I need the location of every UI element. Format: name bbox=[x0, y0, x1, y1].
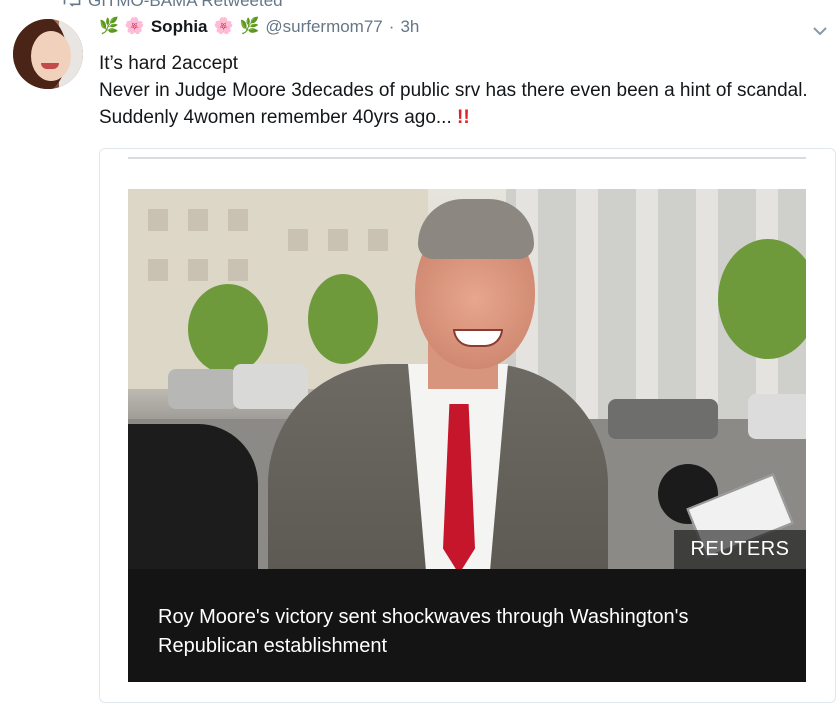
avatar-face bbox=[31, 31, 71, 81]
retweet-icon bbox=[63, 0, 81, 7]
cherry-blossom-emoji-icon: 🌸 bbox=[213, 18, 234, 35]
parked-car bbox=[608, 399, 718, 439]
tweet-text: It’s hard 2accept Never in Judge Moore 3… bbox=[99, 50, 819, 131]
separator-dot: · bbox=[388, 17, 395, 36]
link-card[interactable]: REUTERS Roy Moore's victory sent shockwa… bbox=[99, 148, 836, 703]
person-hair bbox=[418, 199, 534, 259]
avatar[interactable] bbox=[13, 19, 83, 89]
card-caption-box[interactable]: Roy Moore's victory sent shockwaves thro… bbox=[128, 569, 806, 682]
card-divider bbox=[128, 157, 806, 159]
double-exclamation-icon: !! bbox=[457, 107, 470, 128]
tweet-header: 🌿 🌸 Sophia 🌸 🌿 @surfermom77 · 3h bbox=[99, 17, 419, 37]
card-caption: Roy Moore's victory sent shockwaves thro… bbox=[158, 606, 689, 657]
tree bbox=[188, 284, 268, 374]
herb-emoji-icon: 🌿 bbox=[99, 18, 119, 35]
tweet-line-2: Never in Judge Moore 3decades of public … bbox=[99, 77, 819, 131]
retweet-label: GITMO-BAMA Retweeted bbox=[88, 0, 283, 10]
herb-emoji-icon: 🌿 bbox=[239, 18, 260, 35]
card-photo[interactable]: REUTERS bbox=[128, 189, 806, 569]
user-handle[interactable]: @surfermom77 bbox=[265, 17, 382, 37]
cherry-blossom-emoji-icon: 🌸 bbox=[124, 18, 145, 35]
tweet-line-2-text: Never in Judge Moore 3decades of public … bbox=[99, 80, 808, 128]
parked-car bbox=[748, 394, 806, 439]
chevron-down-icon[interactable] bbox=[812, 23, 828, 39]
tweet-line-1: It’s hard 2accept bbox=[99, 53, 239, 74]
retweet-context[interactable]: GITMO-BAMA Retweeted bbox=[62, 0, 283, 11]
parked-car bbox=[233, 364, 308, 409]
tree bbox=[308, 274, 378, 364]
timestamp[interactable]: 3h bbox=[400, 17, 419, 37]
display-name[interactable]: Sophia bbox=[151, 17, 208, 37]
reuters-watermark: REUTERS bbox=[674, 530, 806, 569]
parked-car bbox=[168, 369, 238, 409]
bystander-shoulder bbox=[128, 424, 258, 569]
background-building-left bbox=[128, 189, 428, 389]
